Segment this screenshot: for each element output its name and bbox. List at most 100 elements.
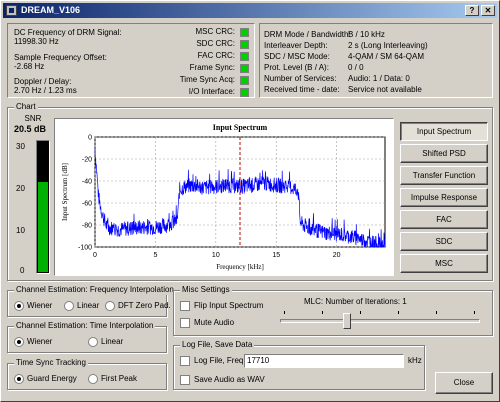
time-sync-group: Time Sync Tracking Guard Energy First Pe… xyxy=(7,358,167,390)
sdc-crc-label: SDC CRC: xyxy=(196,39,235,48)
msc-crc-led xyxy=(240,28,249,37)
mute-audio-checkbox[interactable] xyxy=(180,318,190,328)
freq-wiener-label: Wiener xyxy=(27,301,53,310)
time-wiener-label: Wiener xyxy=(27,337,53,346)
time-linear-label: Linear xyxy=(101,337,124,346)
save-wav-checkbox[interactable] xyxy=(180,375,190,385)
guard-energy-radio[interactable] xyxy=(14,374,24,384)
mlc-tick xyxy=(398,311,399,314)
time-sync-label: Time Sync Acq: xyxy=(179,75,235,84)
info-value: 2 s (Long Interleaving) xyxy=(348,41,428,50)
frame-sync-label: Frame Sync: xyxy=(189,63,235,72)
khz-label: kHz xyxy=(408,356,422,365)
x-tick-label: 5 xyxy=(153,252,157,259)
close-window-button[interactable]: ✕ xyxy=(481,5,495,16)
x-tick-label: 10 xyxy=(212,252,220,259)
info-value: 0 / 0 xyxy=(348,63,364,72)
freq-interp-title: Channel Estimation: Frequency Interpolat… xyxy=(14,285,176,295)
time-linear-radio[interactable] xyxy=(88,337,98,347)
info-label: Interleaver Depth: xyxy=(264,41,328,50)
first-peak-radio[interactable] xyxy=(88,374,98,384)
info-label: DRM Mode / Bandwidth: xyxy=(264,30,351,39)
time-sync-led xyxy=(240,76,249,85)
status-panel: DC Frequency of DRM Signal: 11998.30 Hz … xyxy=(7,23,255,98)
io-interface-label: I/O Interface: xyxy=(188,87,235,96)
sdc-button[interactable]: SDC xyxy=(400,232,488,251)
close-button[interactable]: Close xyxy=(435,372,493,394)
info-label: SDC / MSC Mode: xyxy=(264,52,330,61)
spectrum-plot: 0 5 10 15 20 0 -20 -40 -60 -80 -100 Input Spectrum F… xyxy=(54,118,394,276)
chart-group: Chart SNR 20.5 dB 30 20 10 0 0 5 10 15 20 0 -2… xyxy=(7,102,493,281)
freq-dft-radio[interactable] xyxy=(105,301,115,311)
log-file-checkbox[interactable] xyxy=(180,356,190,366)
y-tick-label: -100 xyxy=(78,245,92,252)
chart-title: Input Spectrum xyxy=(213,123,268,132)
msc-button[interactable]: MSC xyxy=(400,254,488,273)
freq-dft-label: DFT Zero Pad. xyxy=(118,301,171,310)
mute-audio-label: Mute Audio xyxy=(194,318,235,327)
input-spectrum-button[interactable]: Input Spectrum xyxy=(400,122,488,141)
x-tick-label: 15 xyxy=(272,252,280,259)
doppler-value: 2.70 Hz / 1.23 ms xyxy=(14,86,77,95)
snr-tick: 30 xyxy=(16,142,25,151)
info-value: 4-QAM / SM 64-QAM xyxy=(348,52,425,61)
info-value: Audio: 1 / Data: 0 xyxy=(348,74,410,83)
help-button[interactable]: ? xyxy=(465,5,479,16)
sdc-crc-led xyxy=(240,40,249,49)
transfer-function-button[interactable]: Transfer Function xyxy=(400,166,488,185)
flip-spectrum-label: Flip Input Spectrum xyxy=(194,301,264,310)
snr-label: SNR xyxy=(24,114,42,123)
logfile-title: Log File, Save Data xyxy=(180,340,255,350)
sample-offset-value: -2.68 Hz xyxy=(14,62,45,71)
mlc-slider-thumb[interactable] xyxy=(343,313,352,329)
log-file-label: Log File, Freq: xyxy=(194,356,246,365)
y-tick-label: 0 xyxy=(88,135,92,142)
mlc-tick xyxy=(436,311,437,314)
app-icon xyxy=(6,5,17,16)
y-tick-label: -80 xyxy=(82,223,92,230)
y-axis-label: Input Spectrum [dB] xyxy=(61,163,69,221)
info-label: Prot. Level (B / A): xyxy=(264,63,329,72)
time-interp-group: Channel Estimation: Time Interpolation W… xyxy=(7,321,167,353)
info-value: B / 10 kHz xyxy=(348,30,385,39)
shifted-psd-button[interactable]: Shifted PSD xyxy=(400,144,488,163)
logfile-group: Log File, Save Data Log File, Freq: 1771… xyxy=(173,340,425,390)
save-wav-label: Save Audio as WAV xyxy=(194,375,265,384)
y-tick-label: -40 xyxy=(82,179,92,186)
fac-button[interactable]: FAC xyxy=(400,210,488,229)
frame-sync-led xyxy=(240,64,249,73)
info-value: Service not available xyxy=(348,85,422,94)
info-panel: DRM Mode / Bandwidth: B / 10 kHz Interle… xyxy=(259,23,493,98)
msc-crc-label: MSC CRC: xyxy=(195,27,235,36)
y-tick-label: -20 xyxy=(82,157,92,164)
snr-tick: 20 xyxy=(16,184,25,193)
mlc-tick xyxy=(284,311,285,314)
misc-settings-title: Misc Settings xyxy=(180,285,232,295)
time-wiener-radio[interactable] xyxy=(14,337,24,347)
io-interface-led xyxy=(240,88,249,97)
snr-tick: 0 xyxy=(20,266,25,275)
freq-linear-label: Linear xyxy=(77,301,100,310)
log-freq-input[interactable]: 17710 xyxy=(244,354,404,368)
mlc-slider[interactable] xyxy=(280,311,480,333)
x-tick-label: 20 xyxy=(333,252,341,259)
mlc-tick xyxy=(360,311,361,314)
freq-interp-group: Channel Estimation: Frequency Interpolat… xyxy=(7,285,176,317)
freq-linear-radio[interactable] xyxy=(64,301,74,311)
snr-meter-fill xyxy=(38,182,48,272)
flip-spectrum-checkbox[interactable] xyxy=(180,301,190,311)
mlc-slider-track xyxy=(280,319,480,323)
y-tick-label: -60 xyxy=(82,201,92,208)
title-bar[interactable]: DREAM_V106 ? ✕ xyxy=(3,3,497,18)
window-title: DREAM_V106 xyxy=(21,5,81,15)
time-sync-title: Time Sync Tracking xyxy=(14,358,88,368)
fac-crc-label: FAC CRC: xyxy=(197,51,235,60)
mlc-tick xyxy=(322,311,323,314)
spectrum-chart: 0 5 10 15 20 0 -20 -40 -60 -80 -100 Input Spectrum F… xyxy=(61,123,386,271)
info-label: Number of Services: xyxy=(264,74,337,83)
freq-wiener-radio[interactable] xyxy=(14,301,24,311)
mlc-tick xyxy=(474,311,475,314)
mlc-label: MLC: Number of Iterations: 1 xyxy=(304,297,407,306)
impulse-response-button[interactable]: Impulse Response xyxy=(400,188,488,207)
first-peak-label: First Peak xyxy=(101,374,138,383)
